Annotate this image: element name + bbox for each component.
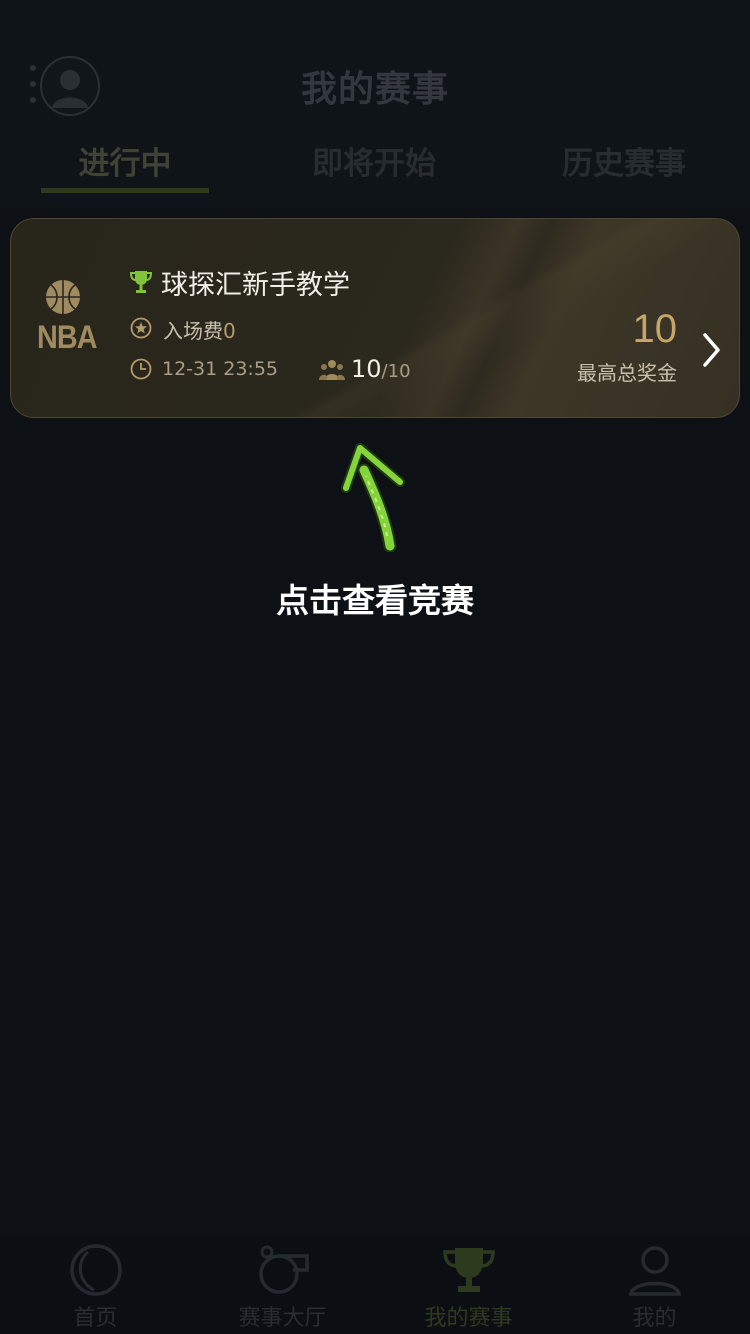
whistle-icon [258,1245,309,1294]
league-logo: NBA [37,279,98,365]
match-card[interactable]: NBA 球探汇新手教学 入场费0 12-31 23:55 10/10 10 最高… [10,218,740,418]
tabbar-label-my-matches: 我的赛事 [424,1306,513,1331]
tabbar-item-profile[interactable]: 我的 [561,1236,748,1334]
guide-text: 点击查看竞赛 [276,581,474,620]
arrow-up-icon [341,443,405,552]
entry-fee-label: 入场费 [163,319,223,343]
basketball-icon [46,280,80,314]
bottom-tabbar: 首页 赛事大厅 我的赛事 我的 [0,1236,750,1334]
home-icon [69,1244,122,1296]
player-count-current: 10 [351,355,382,383]
trophy-icon [129,271,153,293]
active-tab-indicator [41,188,209,193]
screen: 我的赛事 进行中 即将开始 历史赛事 NBA 球探汇新手教学 入场费0 12-3… [0,0,750,1334]
prize-label: 最高总奖金 [577,361,677,385]
entry-fee: 入场费0 [163,315,236,344]
tabbar-label-lobby: 赛事大厅 [238,1306,327,1331]
match-name: 球探汇新手教学 [161,270,350,301]
tab-upcoming[interactable]: 即将开始 [290,140,458,200]
clock-icon [130,358,152,380]
people-icon [319,360,345,380]
tabbar-item-home[interactable]: 首页 [2,1236,189,1334]
chevron-right-icon[interactable] [701,331,723,369]
tab-history[interactable]: 历史赛事 [540,140,708,200]
tabbar-label-home: 首页 [73,1306,118,1331]
header: 我的赛事 进行中 即将开始 历史赛事 [0,0,750,208]
entry-fee-value: 0 [223,319,236,343]
player-count: 10/10 [351,355,411,383]
prize-value: 10 [632,307,678,351]
coin-icon [130,317,152,339]
tabbar-item-my-matches[interactable]: 我的赛事 [375,1236,562,1334]
page-title: 我的赛事 [300,69,449,110]
player-count-total: /10 [381,361,411,382]
tabbar-item-lobby[interactable]: 赛事大厅 [189,1236,376,1334]
user-icon [628,1246,681,1296]
league-name: NBA [37,319,98,355]
trophy-icon [442,1248,495,1292]
tabbar-label-profile: 我的 [632,1306,677,1331]
start-time: 12-31 23:55 [162,358,279,380]
